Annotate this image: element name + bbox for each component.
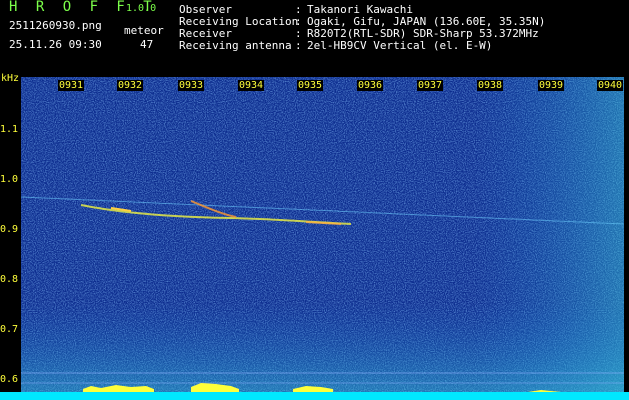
x-tick-label: 0933 <box>178 80 205 91</box>
x-tick-label: 0940 <box>597 80 624 91</box>
spectrogram <box>21 77 624 400</box>
x-tick-label: 0932 <box>117 80 144 91</box>
antenna-row: Receiving antenna:2el-HB9CV Vertical (el… <box>179 40 492 52</box>
timestamp: 25.11.26 09:30 <box>9 38 102 51</box>
y-tick-label: 0.8 <box>0 274 19 285</box>
y-tick-label: 1.1 <box>0 124 19 135</box>
spectrogram-svg <box>21 77 624 400</box>
x-tick-label: 0939 <box>538 80 565 91</box>
meteor-count: 47 <box>140 38 154 51</box>
antenna-value: 2el-HB9CV Vertical (el. E-W) <box>307 39 493 52</box>
x-tick-label: 0938 <box>477 80 504 91</box>
app-version: 1.0.0 <box>126 3 157 14</box>
x-tick-label: 0937 <box>417 80 444 91</box>
bottom-edge-glow <box>21 77 624 400</box>
filename: 2511260930.png <box>9 19 102 32</box>
x-tick-label: 0935 <box>297 80 324 91</box>
y-tick-label: 0.7 <box>0 324 19 335</box>
x-tick-label: 0936 <box>357 80 384 91</box>
y-tick-label: 0.9 <box>0 224 19 235</box>
y-tick-label: 1.0 <box>0 174 19 185</box>
y-tick-label: 0.6 <box>0 374 19 385</box>
x-tick-label: 0931 <box>58 80 85 91</box>
bottom-band <box>0 392 629 400</box>
x-tick-label: 0934 <box>238 80 265 91</box>
separator: : <box>295 39 302 52</box>
y-axis-unit: kHz <box>1 73 20 84</box>
antenna-label: Receiving antenna <box>179 39 292 52</box>
meteor-label: meteor <box>124 24 164 37</box>
